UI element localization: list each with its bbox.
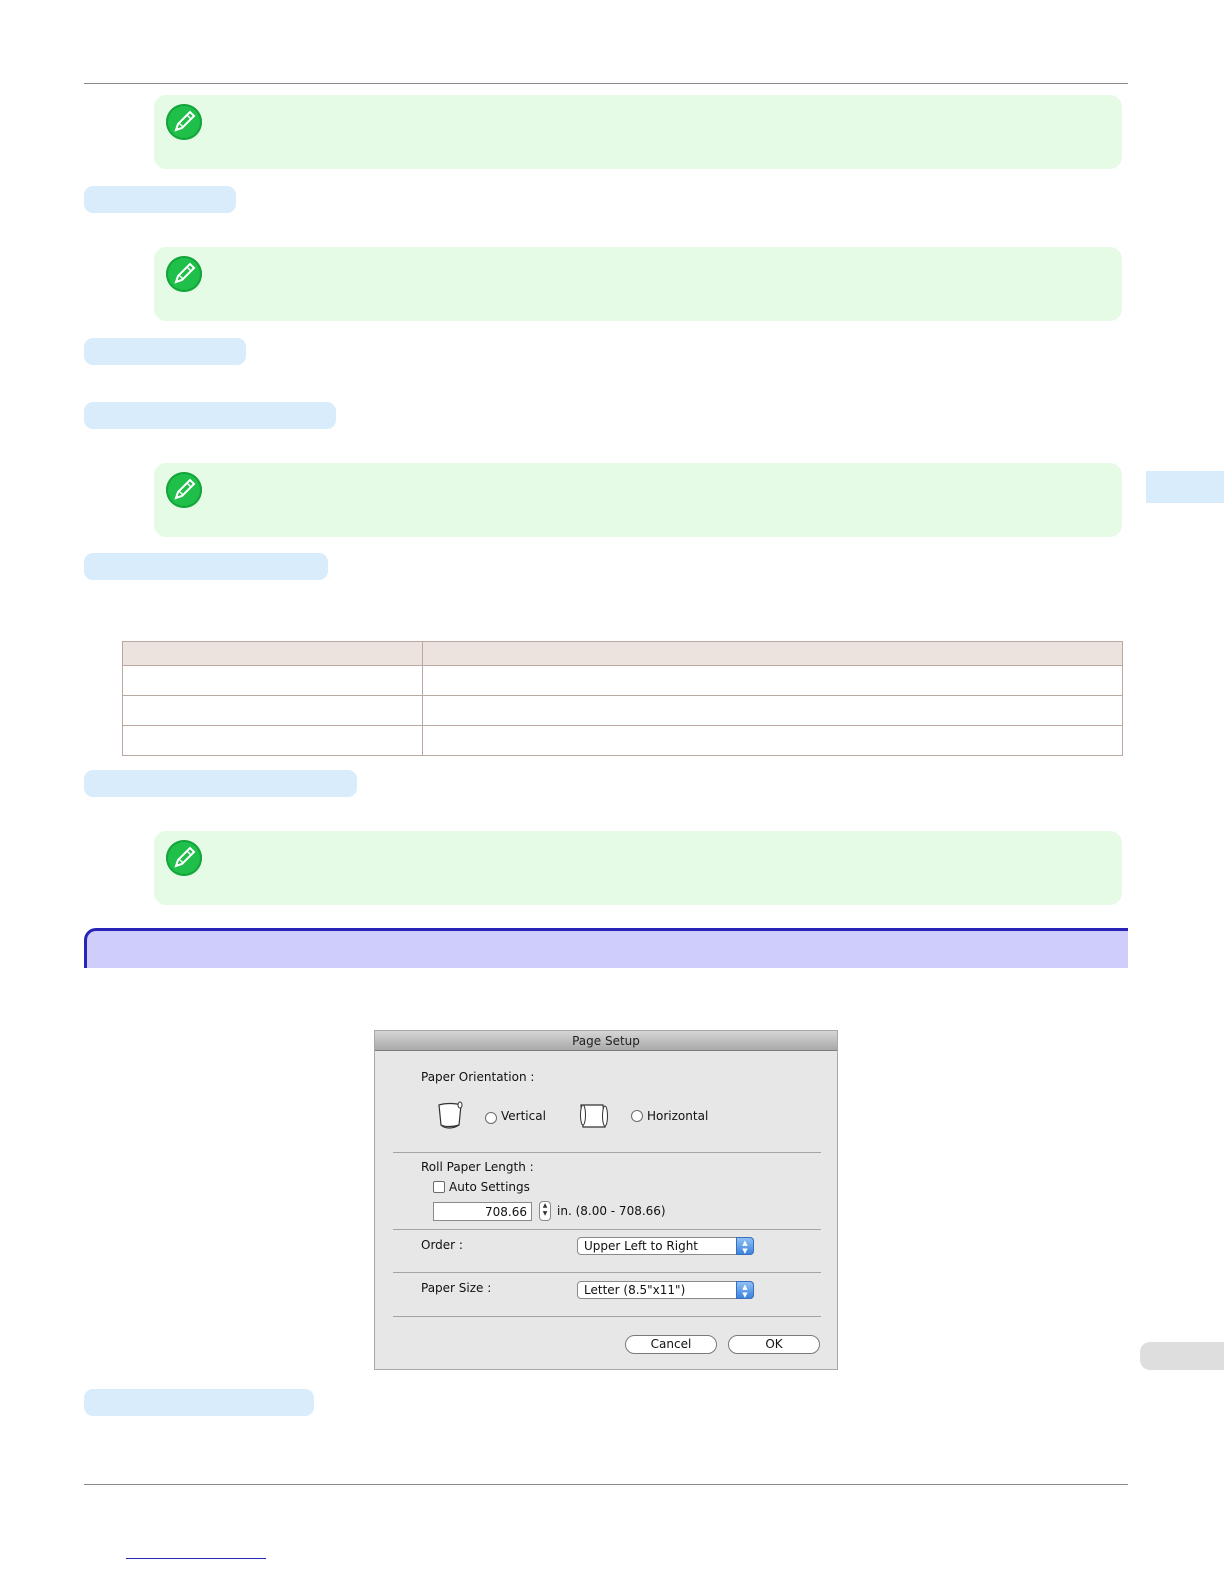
order-select[interactable]: Upper Left to Right ▲ ▼: [577, 1237, 754, 1255]
select-arrows-icon: ▲ ▼: [736, 1281, 754, 1299]
footer-rule: [84, 1484, 1128, 1485]
separator: [393, 1316, 821, 1317]
pencil-note-icon: [166, 256, 202, 292]
roll-length-range: in. (8.00 - 708.66): [557, 1204, 666, 1218]
vertical-paper-icon: [438, 1101, 463, 1129]
paper-size-select-value: Letter (8.5"x11"): [584, 1283, 686, 1297]
separator: [393, 1152, 821, 1153]
table-row: [122, 725, 1123, 756]
note-box: [154, 463, 1122, 537]
pencil-note-icon: [166, 840, 202, 876]
page-setup-dialog: Page Setup Paper Orientation : Vertical …: [374, 1030, 838, 1370]
table-row: [122, 665, 1123, 696]
table-header-row: [122, 641, 1123, 666]
roll-length-stepper[interactable]: ▲ ▼: [539, 1201, 551, 1221]
order-select-value: Upper Left to Right: [584, 1239, 698, 1253]
ok-button[interactable]: OK: [728, 1335, 820, 1354]
pencil-note-icon: [166, 104, 202, 140]
index-side-tab: [1140, 1342, 1224, 1370]
table-row: [122, 695, 1123, 726]
pencil-note-icon: [166, 472, 202, 508]
auto-settings-checkbox[interactable]: [433, 1181, 445, 1193]
dialog-title: Page Setup: [375, 1031, 837, 1051]
chapter-side-tab: [1146, 471, 1224, 503]
subheading-pill: [84, 553, 328, 580]
subheading-pill: [84, 770, 357, 797]
section-heading-bar: [84, 928, 1128, 968]
paper-size-select[interactable]: Letter (8.5"x11") ▲ ▼: [577, 1281, 754, 1299]
auto-settings-label: Auto Settings: [449, 1180, 530, 1194]
horizontal-label: Horizontal: [647, 1109, 709, 1123]
order-label: Order :: [421, 1238, 463, 1252]
select-arrows-icon: ▲ ▼: [736, 1237, 754, 1255]
horizontal-paper-icon: [580, 1104, 608, 1128]
settings-table: [122, 641, 1123, 756]
subheading-pill: [84, 186, 236, 213]
vertical-radio[interactable]: [485, 1112, 497, 1124]
note-box: [154, 831, 1122, 905]
paper-size-label: Paper Size :: [421, 1281, 492, 1295]
footer-link-underline[interactable]: [126, 1558, 266, 1559]
header-rule: [84, 83, 1128, 84]
horizontal-radio[interactable]: [631, 1110, 643, 1122]
subheading-pill: [84, 402, 336, 429]
note-box: [154, 95, 1122, 169]
roll-length-input[interactable]: 708.66: [433, 1202, 532, 1221]
vertical-label: Vertical: [501, 1109, 546, 1123]
roll-paper-length-label: Roll Paper Length :: [421, 1160, 534, 1174]
separator: [393, 1229, 821, 1230]
subheading-pill: [84, 1389, 314, 1416]
separator: [393, 1272, 821, 1273]
subheading-pill: [84, 338, 246, 365]
cancel-button[interactable]: Cancel: [625, 1335, 717, 1354]
paper-orientation-label: Paper Orientation :: [421, 1070, 535, 1084]
note-box: [154, 247, 1122, 321]
